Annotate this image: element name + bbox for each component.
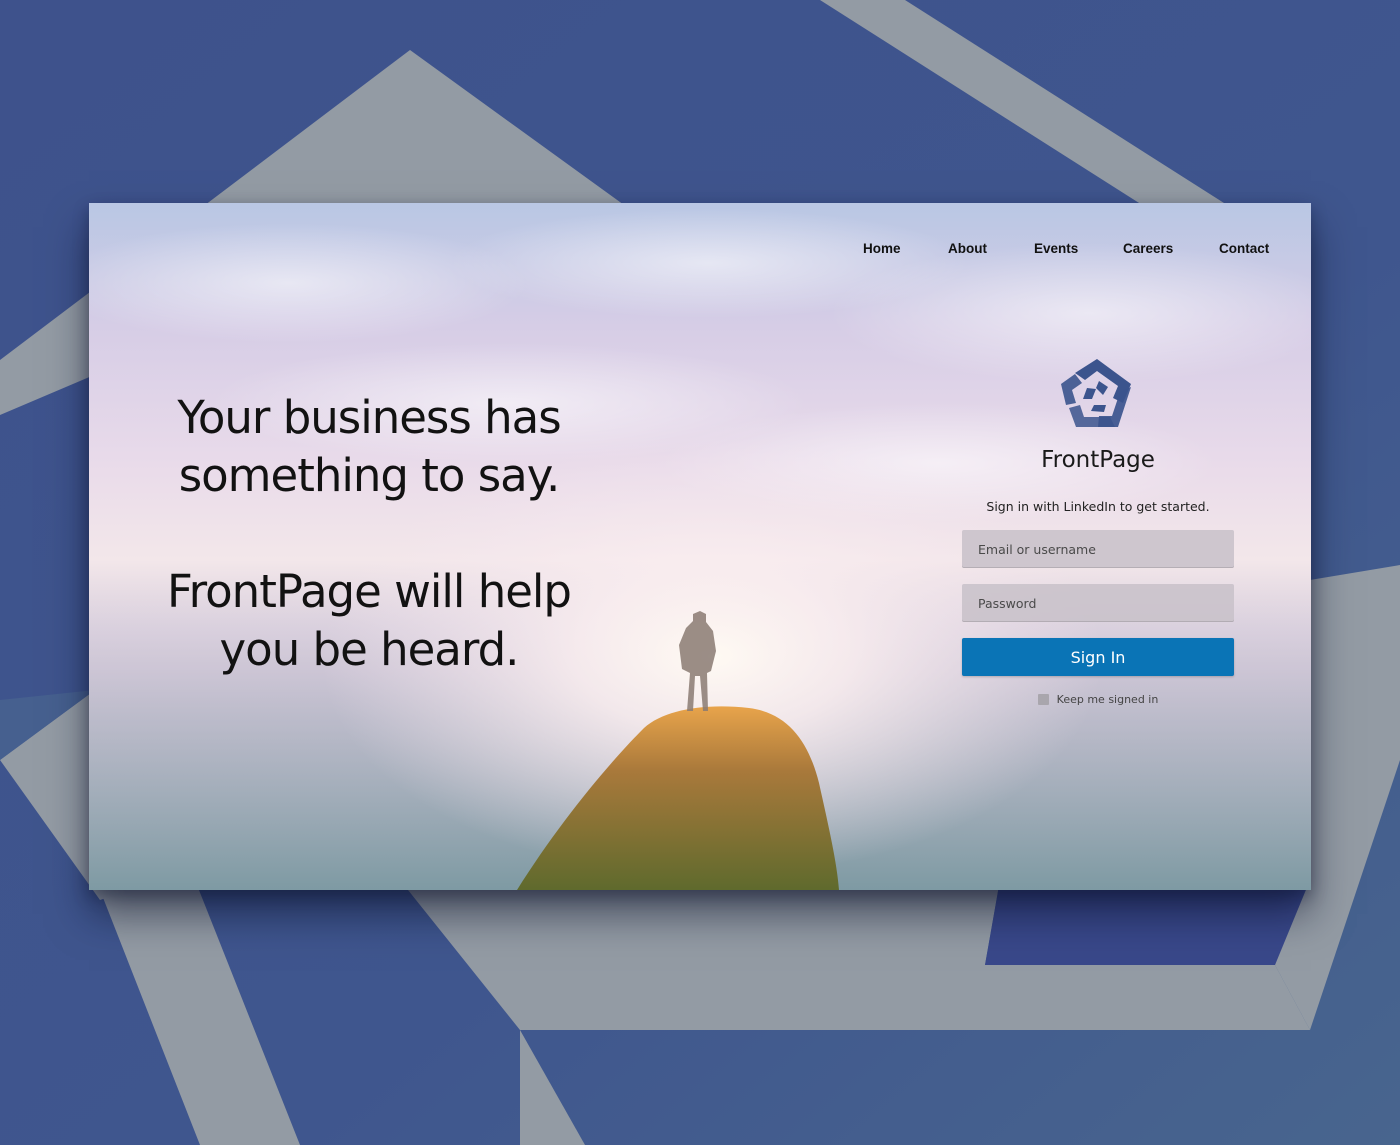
nav-link-home[interactable]: Home <box>863 241 901 256</box>
signin-tagline: Sign in with LinkedIn to get started. <box>986 499 1210 514</box>
hero-headline: Your business has something to say. Fron… <box>129 389 609 679</box>
nav-link-about[interactable]: About <box>948 241 987 256</box>
landing-page-mockup: Home About Events Careers Contact Your b… <box>89 203 1311 890</box>
sign-in-button[interactable]: Sign In <box>962 638 1234 676</box>
pentagon-logo-icon <box>1061 359 1131 427</box>
keep-signed-in-row: Keep me signed in <box>962 693 1234 706</box>
keep-signed-in-label: Keep me signed in <box>1056 693 1159 706</box>
nav-link-careers[interactable]: Careers <box>1123 241 1173 256</box>
keep-signed-in-checkbox[interactable] <box>1037 694 1049 705</box>
email-field[interactable] <box>962 530 1234 568</box>
headline-line-2: FrontPage will help you be heard. <box>167 565 572 676</box>
nav-link-events[interactable]: Events <box>1034 241 1078 256</box>
password-field[interactable] <box>962 584 1234 622</box>
top-navigation: Home About Events Careers Contact <box>89 241 1311 265</box>
brand-name: FrontPage <box>1041 447 1155 473</box>
nav-link-contact[interactable]: Contact <box>1219 241 1269 256</box>
headline-line-1: Your business has something to say. <box>177 391 561 502</box>
